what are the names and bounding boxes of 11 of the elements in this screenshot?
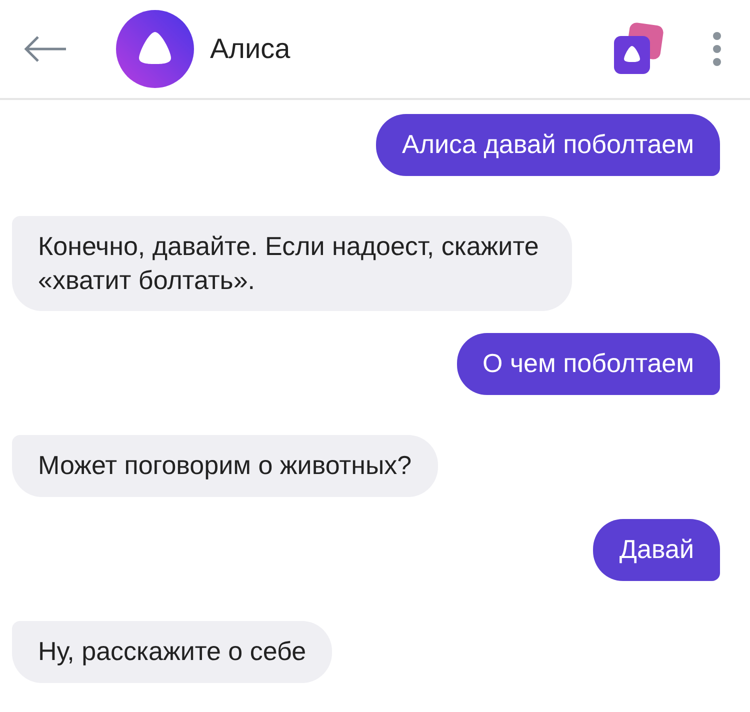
avatar-icon — [116, 10, 194, 88]
back-icon[interactable] — [22, 34, 68, 64]
cards-icon[interactable] — [612, 22, 664, 76]
more-icon[interactable] — [712, 31, 722, 67]
assistant-message: Конечно, давайте. Если надоест, скажите «хватит болтать». — [12, 216, 572, 312]
assistant-message: Ну, расскажите о себе — [12, 620, 332, 683]
user-message: Давай — [593, 518, 720, 581]
assistant-message: Может поговорим о животных? — [12, 435, 438, 497]
user-message: О чем поболтаем — [456, 333, 720, 396]
chat-title: Алиса — [210, 32, 290, 66]
user-message: Алиса давай поболтаем — [376, 114, 720, 176]
